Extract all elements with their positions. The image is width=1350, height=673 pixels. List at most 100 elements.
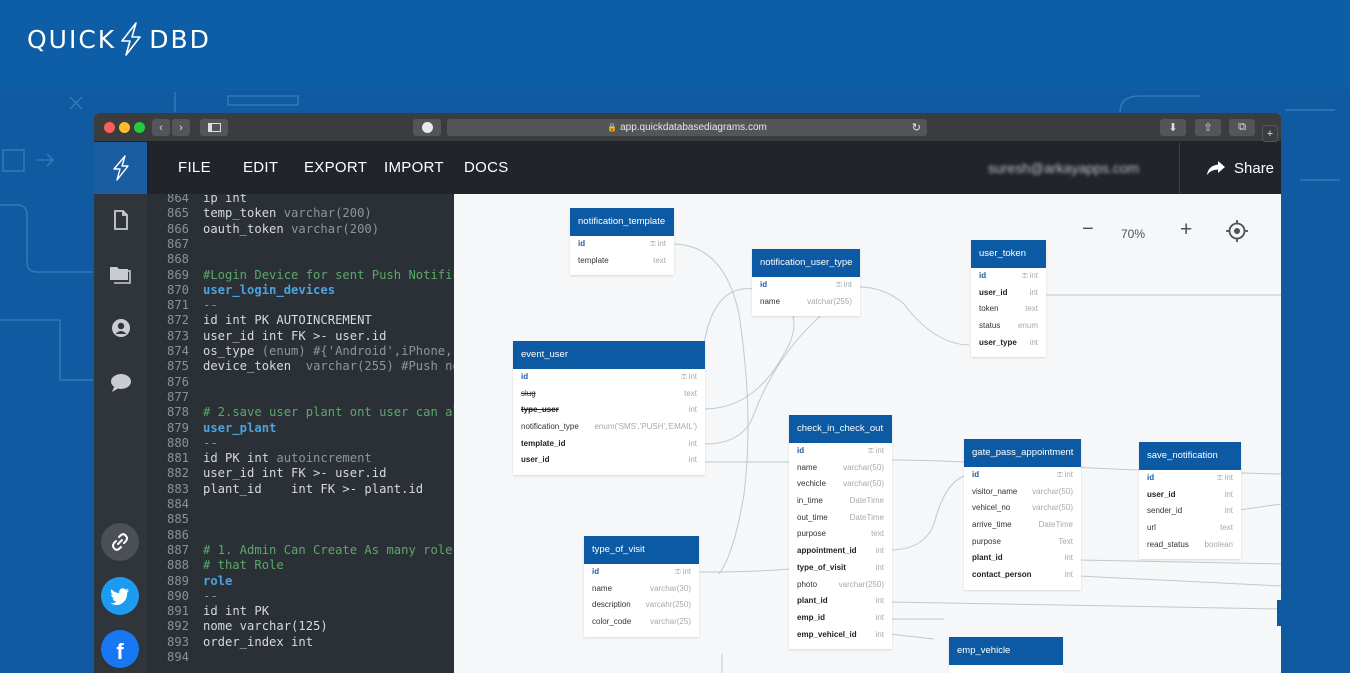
editor-line[interactable]: 876: [147, 375, 454, 390]
table-check-in-check-out[interactable]: check_in_check_out id ⚿ int name varchar(50) v…: [789, 415, 892, 650]
editor-line[interactable]: 869 #Login Device for sent Push Notificat…: [147, 268, 454, 283]
table-header[interactable]: gate_pass_appointment: [964, 439, 1081, 467]
table-field-row[interactable]: user_id int: [971, 285, 1046, 302]
table-field-row[interactable]: id ⚿ int: [964, 467, 1081, 484]
table-header[interactable]: emp_vehicle: [949, 637, 1063, 665]
table-field-row[interactable]: description varcahr(250): [584, 597, 699, 614]
folders-button[interactable]: [94, 264, 147, 284]
table-field-row[interactable]: user_type int: [971, 335, 1046, 352]
extension-button[interactable]: [413, 119, 441, 136]
editor-line[interactable]: 889 role: [147, 574, 454, 589]
share-page-button[interactable]: ⇧: [1195, 119, 1221, 136]
table-field-row[interactable]: purpose text: [789, 526, 892, 543]
reload-icon[interactable]: ↻: [912, 121, 921, 134]
editor-line[interactable]: 865 temp_token varchar(200): [147, 206, 454, 221]
table-field-row[interactable]: color_code varchar(25): [584, 614, 699, 631]
table-field-row[interactable]: id ⚿ int: [971, 268, 1046, 285]
table-header[interactable]: notification_template: [570, 208, 674, 236]
document-button[interactable]: [94, 210, 147, 230]
table-field-row[interactable]: appointment_id int: [789, 543, 892, 560]
table-header[interactable]: notification_user_type: [752, 249, 860, 277]
table-field-row[interactable]: vechicle varchar(50): [789, 476, 892, 493]
table-field-row[interactable]: user_id int: [1139, 487, 1241, 504]
editor-line[interactable]: 867: [147, 237, 454, 252]
table-field-row[interactable]: plant_id int: [789, 593, 892, 610]
table-type-of-visit[interactable]: type_of_visit id ⚿ int name varchar(30) descri…: [584, 536, 699, 637]
editor-line[interactable]: 886: [147, 528, 454, 543]
table-notification-user-type[interactable]: notification_user_type id ⚿ int name vatchar(…: [752, 249, 860, 317]
editor-line[interactable]: 875 device_token varchar(255) #Push notif…: [147, 359, 454, 374]
table-field-row[interactable]: vehicel_no varchar(50): [964, 500, 1081, 517]
table-field-row[interactable]: contact_person int: [964, 567, 1081, 584]
diagram-canvas[interactable]: − 70% + notification_template id ⚿ int templ…: [454, 194, 1281, 673]
editor-line[interactable]: 883 plant_id int FK >- plant.id: [147, 482, 454, 497]
new-tab-button[interactable]: +: [1262, 125, 1278, 142]
editor-line[interactable]: 894: [147, 650, 454, 665]
menu-edit[interactable]: EDIT: [243, 142, 278, 194]
share-button[interactable]: Share: [1179, 142, 1281, 194]
facebook-button[interactable]: f: [101, 630, 139, 668]
editor-line[interactable]: 888 # that Role: [147, 558, 454, 573]
close-window-button[interactable]: [104, 122, 115, 133]
table-field-row[interactable]: id ⚿ int: [752, 277, 860, 294]
table-header[interactable]: check_in_check_out: [789, 415, 892, 443]
editor-line[interactable]: 878 # 2.save user plant ont user can allo…: [147, 405, 454, 420]
menu-export[interactable]: EXPORT: [304, 142, 367, 194]
tabs-button[interactable]: ⧉: [1229, 119, 1255, 136]
editor-line[interactable]: 892 nome varchar(125): [147, 619, 454, 634]
editor-line[interactable]: 893 order_index int: [147, 635, 454, 650]
table-header[interactable]: user_token: [971, 240, 1046, 268]
table-field-row[interactable]: status enum: [971, 318, 1046, 335]
zoom-out-button[interactable]: −: [1082, 218, 1094, 241]
editor-line[interactable]: 881 id PK int autoincrement: [147, 451, 454, 466]
table-field-row[interactable]: type_user int: [513, 402, 705, 419]
table-field-row[interactable]: read_status boolean: [1139, 537, 1241, 554]
user-email[interactable]: suresh@arkayapps.com: [988, 142, 1139, 194]
address-bar[interactable]: 🔒 app.quickdatabasediagrams.com ↻: [447, 119, 927, 136]
table-field-row[interactable]: id ⚿ int: [789, 443, 892, 460]
editor-line[interactable]: 884: [147, 497, 454, 512]
table-field-row[interactable]: template_id int: [513, 436, 705, 453]
table-field-row[interactable]: notification_type enum('SMS','PUSH','EMAI…: [513, 419, 705, 436]
link-button[interactable]: [101, 523, 139, 561]
minimize-window-button[interactable]: [119, 122, 130, 133]
table-user-token[interactable]: user_token id ⚿ int user_id int token text statu…: [971, 240, 1046, 358]
table-field-row[interactable]: id ⚿ int: [513, 369, 705, 386]
maximize-window-button[interactable]: [134, 122, 145, 133]
editor-line[interactable]: 871 --: [147, 298, 454, 313]
editor-line[interactable]: 877: [147, 390, 454, 405]
editor-line[interactable]: 885: [147, 512, 454, 527]
table-field-row[interactable]: out_time DateTime: [789, 510, 892, 527]
sidebar-toggle-button[interactable]: [200, 119, 228, 136]
table-event-user[interactable]: event_user id ⚿ int slug text type_user int noti…: [513, 341, 705, 476]
menu-docs[interactable]: DOCS: [464, 142, 509, 194]
editor-line[interactable]: 880 --: [147, 436, 454, 451]
table-notification-template[interactable]: notification_template id ⚿ int template text: [570, 208, 674, 276]
table-header[interactable]: type_of_visit: [584, 536, 699, 564]
table-field-row[interactable]: plant_id int: [964, 550, 1081, 567]
table-field-row[interactable]: photo varchar(250): [789, 577, 892, 594]
editor-line[interactable]: 879 user_plant: [147, 421, 454, 436]
back-button[interactable]: ‹: [152, 119, 170, 136]
table-field-row[interactable]: emp_id int: [789, 610, 892, 627]
table-field-row[interactable]: in_time DateTime: [789, 493, 892, 510]
account-button[interactable]: [94, 318, 147, 338]
table-field-row[interactable]: id ⚿ int: [570, 236, 674, 253]
editor-line[interactable]: 864 ip int: [147, 194, 454, 206]
table-field-row[interactable]: name vatchar(255): [752, 294, 860, 311]
code-editor[interactable]: 864 ip int 865 temp_token varchar(200) 866 oa…: [147, 194, 454, 673]
editor-line[interactable]: 870 user_login_devices: [147, 283, 454, 298]
table-field-row[interactable]: name varchar(30): [584, 581, 699, 598]
table-header[interactable]: event_user: [513, 341, 705, 369]
editor-line[interactable]: 868: [147, 252, 454, 267]
app-logo-button[interactable]: [94, 142, 147, 194]
menu-file[interactable]: FILE: [178, 142, 211, 194]
twitter-button[interactable]: [101, 577, 139, 615]
table-field-row[interactable]: visitor_name varchar(50): [964, 484, 1081, 501]
table-field-row[interactable]: emp_vehicel_id int: [789, 627, 892, 644]
editor-line[interactable]: 890 --: [147, 589, 454, 604]
zoom-in-button[interactable]: +: [1180, 218, 1192, 242]
table-field-row[interactable]: purpose Text: [964, 534, 1081, 551]
table-field-row[interactable]: id ⚿ int: [1139, 470, 1241, 487]
editor-line[interactable]: 887 # 1. Admin Can Create As many role. A…: [147, 543, 454, 558]
